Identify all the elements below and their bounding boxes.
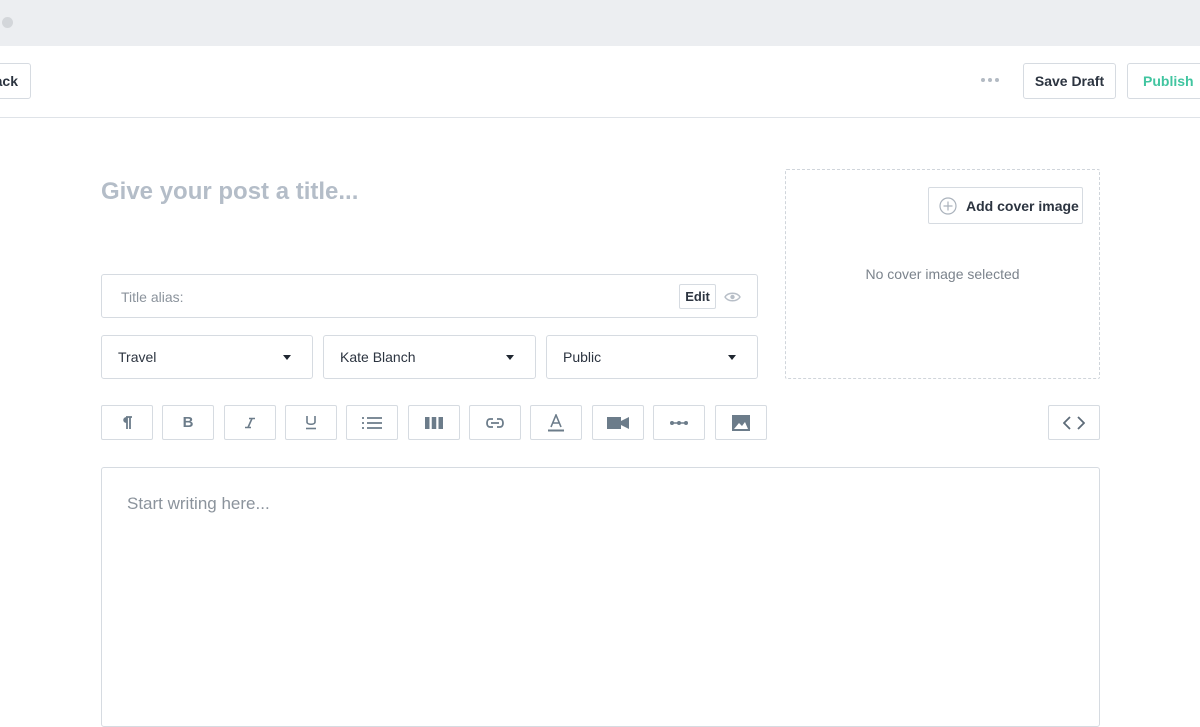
- visibility-value: Public: [563, 349, 602, 365]
- save-draft-button[interactable]: Save Draft: [1023, 63, 1116, 99]
- add-cover-image-label: Add cover image: [966, 198, 1079, 214]
- video-icon[interactable]: [592, 405, 644, 440]
- author-value: Kate Blanch: [340, 349, 416, 365]
- back-button[interactable]: Back: [0, 63, 31, 99]
- cover-image-panel: Add cover image No cover image selected: [785, 169, 1100, 379]
- list-icon[interactable]: [346, 405, 398, 440]
- cover-empty-text: No cover image selected: [865, 266, 1020, 282]
- underline-icon[interactable]: [285, 405, 337, 440]
- window-titlebar: [0, 0, 1200, 46]
- more-options-icon[interactable]: [976, 70, 1004, 90]
- code-icon[interactable]: [1048, 405, 1100, 440]
- bold-icon[interactable]: B: [162, 405, 214, 440]
- link-icon[interactable]: [469, 405, 521, 440]
- paragraph-icon[interactable]: [101, 405, 153, 440]
- category-select[interactable]: Travel: [101, 335, 313, 379]
- editor-header: Back Save Draft Publish: [0, 46, 1200, 118]
- divider-icon[interactable]: [653, 405, 705, 440]
- visibility-select[interactable]: Public: [546, 335, 758, 379]
- post-title-input[interactable]: [101, 172, 741, 212]
- image-icon[interactable]: [715, 405, 767, 440]
- chevron-down-icon: [283, 355, 291, 360]
- chevron-down-icon: [506, 355, 514, 360]
- alias-edit-button[interactable]: Edit: [679, 284, 716, 309]
- post-body-editor[interactable]: Start writing here...: [101, 467, 1100, 727]
- title-alias-field: Title alias: Edit: [101, 274, 758, 318]
- publish-button[interactable]: Publish: [1127, 63, 1200, 99]
- italic-icon[interactable]: [224, 405, 276, 440]
- add-cover-image-button[interactable]: Add cover image: [928, 187, 1083, 224]
- columns-icon[interactable]: [408, 405, 460, 440]
- window-control-dot[interactable]: [2, 17, 13, 28]
- text-color-icon[interactable]: [530, 405, 582, 440]
- eye-icon[interactable]: [724, 290, 741, 308]
- category-value: Travel: [118, 349, 157, 365]
- chevron-down-icon: [728, 355, 736, 360]
- plus-circle-icon: [939, 197, 957, 215]
- editor-placeholder: Start writing here...: [127, 494, 270, 513]
- author-select[interactable]: Kate Blanch: [323, 335, 536, 379]
- title-alias-label: Title alias:: [121, 289, 184, 305]
